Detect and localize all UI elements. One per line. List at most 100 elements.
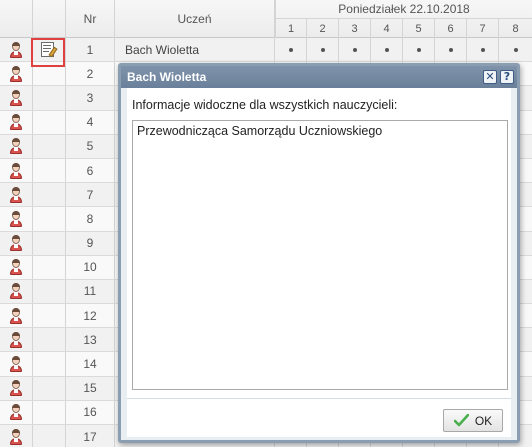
student-icon-cell bbox=[0, 207, 33, 231]
student-icon[interactable] bbox=[9, 235, 23, 252]
student-icon-cell bbox=[0, 255, 33, 279]
attendance-cell[interactable] bbox=[403, 38, 435, 62]
header-nr[interactable]: Nr bbox=[66, 0, 115, 38]
student-name[interactable]: Bach Wioletta bbox=[115, 38, 275, 62]
row-number: 17 bbox=[66, 425, 115, 447]
row-number: 7 bbox=[66, 183, 115, 207]
student-icon-cell bbox=[0, 279, 33, 304]
note-cell bbox=[33, 400, 66, 424]
row-number: 4 bbox=[66, 110, 115, 134]
row-number: 10 bbox=[66, 255, 115, 279]
row-number: 6 bbox=[66, 158, 115, 183]
student-icon[interactable] bbox=[9, 259, 23, 276]
attendance-cell[interactable] bbox=[435, 38, 467, 62]
help-icon[interactable]: ? bbox=[500, 70, 514, 84]
student-info-dialog: Bach Wioletta ✕ ? Informacje widoczne dl… bbox=[118, 63, 520, 443]
student-icon[interactable] bbox=[9, 210, 23, 227]
attendance-mark bbox=[320, 47, 325, 52]
attendance-mark bbox=[416, 47, 421, 52]
student-icon[interactable] bbox=[9, 114, 23, 131]
attendance-cell[interactable] bbox=[307, 38, 339, 62]
student-icon[interactable] bbox=[9, 356, 23, 373]
dialog-titlebar[interactable]: Bach Wioletta ✕ ? bbox=[121, 66, 517, 88]
attendance-cell[interactable] bbox=[275, 38, 307, 62]
student-icon[interactable] bbox=[9, 283, 23, 300]
student-icon[interactable] bbox=[9, 89, 23, 106]
lesson-header-1[interactable]: 1 bbox=[275, 19, 307, 38]
student-icon-cell bbox=[0, 86, 33, 110]
student-icon[interactable] bbox=[9, 331, 23, 348]
student-icon[interactable] bbox=[9, 404, 23, 421]
student-icon-cell bbox=[0, 134, 33, 158]
info-label: Informacje widoczne dla wszystkich naucz… bbox=[132, 98, 398, 112]
note-cell bbox=[33, 376, 66, 400]
student-icon[interactable] bbox=[9, 65, 23, 82]
row-number: 2 bbox=[66, 62, 115, 86]
header-note-col bbox=[33, 0, 66, 38]
attendance-cell[interactable] bbox=[371, 38, 403, 62]
student-icon[interactable] bbox=[9, 41, 23, 58]
dialog-body: Informacje widoczne dla wszystkich naucz… bbox=[127, 88, 511, 398]
close-icon[interactable]: ✕ bbox=[483, 70, 497, 84]
student-icon[interactable] bbox=[9, 307, 23, 324]
student-icon-cell bbox=[0, 110, 33, 134]
lesson-header-6[interactable]: 6 bbox=[435, 19, 467, 38]
attendance-cell[interactable] bbox=[499, 38, 532, 61]
table-header: Nr Uczeń Poniedziałek 22.10.2018 1234567… bbox=[0, 0, 532, 38]
attendance-mark bbox=[384, 47, 389, 52]
header-student[interactable]: Uczeń bbox=[115, 0, 275, 38]
student-icon-cell bbox=[0, 328, 33, 352]
attendance-mark bbox=[288, 47, 293, 52]
student-icon-cell bbox=[0, 158, 33, 183]
student-icon[interactable] bbox=[9, 428, 23, 445]
note-cell bbox=[33, 328, 66, 352]
student-icon-cell bbox=[0, 304, 33, 328]
row-number: 5 bbox=[66, 134, 115, 158]
student-icon-cell bbox=[0, 183, 33, 207]
student-icon-cell bbox=[0, 62, 33, 86]
lesson-header-8[interactable]: 8 bbox=[499, 19, 532, 38]
note-cell bbox=[33, 134, 66, 158]
dialog-title: Bach Wioletta bbox=[127, 70, 207, 84]
student-icon[interactable] bbox=[9, 186, 23, 203]
note-cell bbox=[33, 110, 66, 134]
table-row[interactable]: 1 Bach Wioletta bbox=[0, 38, 532, 63]
lesson-header-row: 12345678 bbox=[275, 19, 532, 38]
student-icon-cell bbox=[0, 425, 33, 447]
student-icon-cell bbox=[0, 376, 33, 400]
attendance-mark bbox=[352, 47, 357, 52]
attendance-cell[interactable] bbox=[467, 38, 499, 62]
attendance-mark bbox=[513, 47, 518, 52]
note-cell bbox=[33, 425, 66, 447]
note-cell bbox=[33, 231, 66, 255]
note-cell bbox=[33, 158, 66, 183]
row-number: 1 bbox=[66, 38, 115, 62]
attendance-cell[interactable] bbox=[339, 38, 371, 62]
dialog-footer: OK bbox=[127, 398, 511, 437]
header-icon-col bbox=[0, 0, 33, 38]
lesson-header-4[interactable]: 4 bbox=[371, 19, 403, 38]
note-cell bbox=[33, 304, 66, 328]
row-number: 9 bbox=[66, 231, 115, 255]
student-icon[interactable] bbox=[9, 380, 23, 397]
student-icon-cell bbox=[0, 400, 33, 424]
row-number: 11 bbox=[66, 279, 115, 304]
ok-button[interactable]: OK bbox=[443, 409, 503, 432]
student-icon[interactable] bbox=[9, 162, 23, 179]
note-cell bbox=[33, 207, 66, 231]
student-icon[interactable] bbox=[9, 138, 23, 155]
note-cell bbox=[33, 279, 66, 304]
ok-label: OK bbox=[474, 413, 493, 428]
row-number: 15 bbox=[66, 376, 115, 400]
note-cell bbox=[33, 352, 66, 376]
note-cell bbox=[33, 62, 66, 86]
lesson-header-7[interactable]: 7 bbox=[467, 19, 499, 38]
info-textarea[interactable]: Przewodnicząca Samorządu Uczniowskiego bbox=[132, 120, 508, 390]
student-icon-cell bbox=[0, 38, 33, 62]
note-edit-icon[interactable] bbox=[41, 42, 58, 58]
lesson-header-5[interactable]: 5 bbox=[403, 19, 435, 38]
row-number: 16 bbox=[66, 400, 115, 424]
lesson-header-2[interactable]: 2 bbox=[307, 19, 339, 38]
lesson-header-3[interactable]: 3 bbox=[339, 19, 371, 38]
note-cell bbox=[33, 183, 66, 207]
